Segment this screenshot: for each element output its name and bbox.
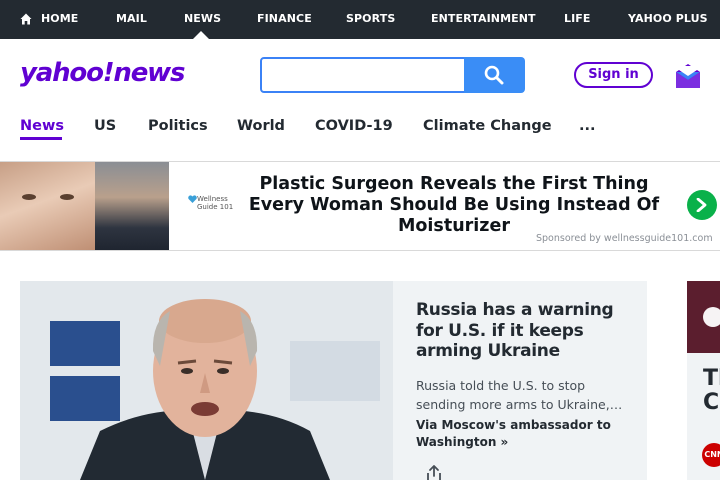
top-nav-mail[interactable]: MAIL bbox=[116, 0, 147, 39]
home-icon bbox=[20, 13, 32, 25]
search-input[interactable] bbox=[260, 57, 466, 93]
sign-in-button[interactable]: Sign in bbox=[574, 62, 653, 88]
ad-brand: Wellness Guide 101 bbox=[197, 195, 237, 211]
section-nav-news[interactable]: News bbox=[20, 118, 64, 134]
top-nav-life[interactable]: LIFE bbox=[564, 0, 591, 39]
section-nav-us[interactable]: US bbox=[94, 118, 116, 134]
section-nav-covid-19[interactable]: COVID-19 bbox=[315, 118, 393, 134]
top-nav-sports[interactable]: SPORTS bbox=[346, 0, 395, 39]
story-title[interactable]: Russia has a warning for U.S. if it keep… bbox=[416, 300, 632, 362]
right-card-title-line2: Co bbox=[703, 390, 720, 415]
yahoo-news-logo[interactable]: yahoo!news bbox=[20, 58, 185, 88]
mail-icon[interactable] bbox=[676, 62, 700, 88]
ad-image-woman bbox=[0, 162, 95, 250]
active-tab-underline bbox=[20, 137, 62, 140]
top-nav-home[interactable]: HOME bbox=[41, 0, 78, 39]
right-card-image[interactable] bbox=[687, 281, 720, 353]
ad-arrow-button[interactable] bbox=[687, 190, 717, 220]
heart-icon bbox=[188, 195, 197, 203]
top-nav-finance[interactable]: FINANCE bbox=[257, 0, 312, 39]
cnn-logo: CNN bbox=[702, 443, 720, 467]
story-photo-illustration bbox=[20, 281, 393, 480]
right-card-title-line1: Th bbox=[703, 366, 720, 391]
section-nav-politics[interactable]: Politics bbox=[148, 118, 208, 134]
ad-sponsor-text: Sponsored by wellnessguide101.com bbox=[536, 233, 713, 244]
right-card-title[interactable]: Th Co bbox=[703, 367, 720, 415]
top-nav-entertainment[interactable]: ENTERTAINMENT bbox=[431, 0, 536, 39]
sponsored-ad[interactable]: Wellness Guide 101 Plastic Surgeon Revea… bbox=[0, 161, 720, 251]
story-via-link[interactable]: Via Moscow's ambassador to Washington » bbox=[416, 417, 632, 451]
story-photo[interactable] bbox=[20, 281, 393, 480]
chevron-right-icon bbox=[696, 198, 707, 212]
ad-image-man bbox=[95, 162, 169, 250]
active-caret-indicator bbox=[193, 31, 209, 39]
story-summary: Russia told the U.S. to stop sending mor… bbox=[416, 378, 623, 412]
section-nav-climate-change[interactable]: Climate Change bbox=[423, 118, 552, 134]
search-button[interactable] bbox=[464, 57, 525, 93]
ad-brand-line2: Guide 101 bbox=[197, 203, 234, 211]
top-nav: HOME MAIL NEWS FINANCE SPORTS ENTERTAINM… bbox=[0, 0, 720, 39]
ad-brand-line1: Wellness bbox=[197, 195, 228, 203]
top-nav-yahoo-plus[interactable]: YAHOO PLUS bbox=[628, 0, 708, 39]
share-icon[interactable] bbox=[425, 464, 443, 480]
ad-headline[interactable]: Plastic Surgeon Reveals the First Thing … bbox=[244, 174, 664, 237]
right-card-play-icon bbox=[703, 307, 720, 327]
section-nav-world[interactable]: World bbox=[237, 118, 285, 134]
section-nav-more[interactable]: ... bbox=[579, 118, 596, 134]
search-icon bbox=[484, 65, 504, 85]
